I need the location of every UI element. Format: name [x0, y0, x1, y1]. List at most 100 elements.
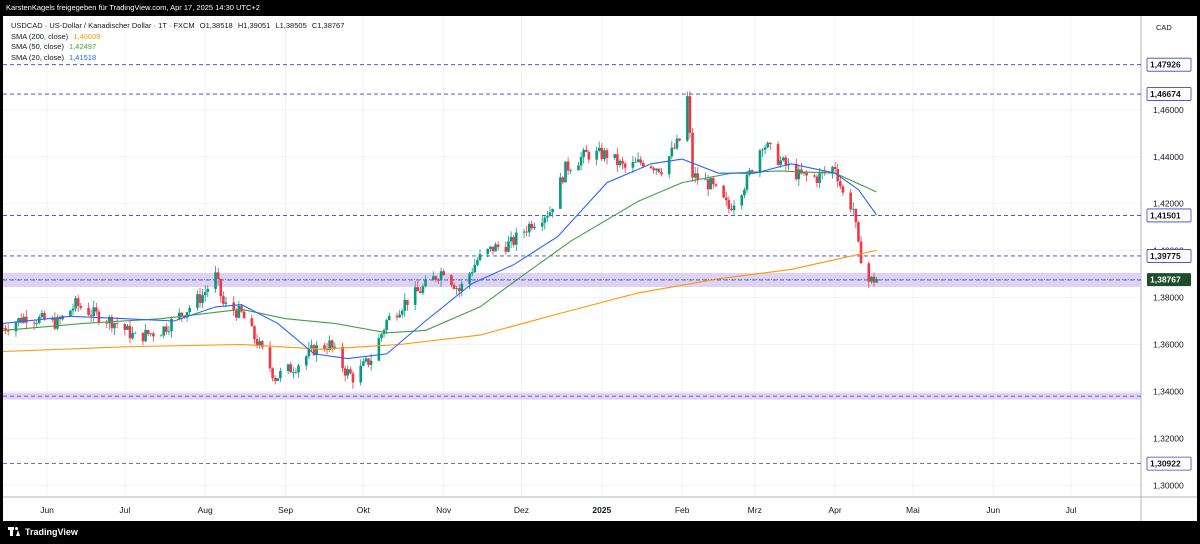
candle-body — [724, 197, 728, 201]
candle-body — [797, 169, 801, 180]
candle-body — [152, 333, 155, 337]
candle-body — [561, 177, 565, 183]
time-tick-label: Jul — [1066, 505, 1077, 515]
candle-body — [815, 176, 819, 183]
legend-sma50-row[interactable]: SMA (50, close) 1,42497 — [11, 42, 344, 53]
candle-body — [349, 369, 352, 374]
price-tick-label: 1,34000 — [1153, 386, 1184, 396]
candle-body — [250, 318, 254, 327]
candle-body — [776, 144, 780, 165]
legend-symbol: USDCAD · US-Dollar / Kanadischer Dollar … — [11, 21, 195, 30]
time-tick-label: Feb — [675, 505, 690, 515]
legend-sma20-row[interactable]: SMA (20, close) 1,41518 — [11, 53, 344, 64]
candle-body — [849, 192, 852, 210]
candle-body — [146, 329, 150, 335]
candle-body — [113, 323, 116, 329]
candle-body — [654, 168, 658, 171]
legend-sma20-label: SMA (20, close) — [11, 52, 64, 62]
candle-body — [232, 302, 236, 311]
candle-body — [595, 150, 598, 160]
legend-sma20-value: 1,41518 — [69, 52, 97, 62]
candle-body — [494, 244, 497, 252]
candle-body — [400, 310, 404, 315]
candle-body — [634, 161, 637, 163]
candle-body — [709, 178, 712, 190]
chart-area[interactable]: 1,30000 1,32000 1,34000 1,36000 1,38000 1,400… — [1, 16, 1197, 521]
candle-body — [784, 157, 788, 166]
candle-body — [276, 378, 280, 381]
candle-body — [165, 326, 168, 332]
price-tick-label: 1,32000 — [1153, 433, 1184, 443]
sma200-line — [2, 249, 877, 353]
candle-body — [214, 272, 217, 289]
candle-body — [688, 96, 692, 133]
legend-symbol-row[interactable]: USDCAD · US-Dollar / Kanadischer Dollar … — [11, 21, 344, 32]
candle-body — [722, 185, 725, 198]
legend-sma50-label: SMA (50, close) — [11, 42, 64, 51]
price-chart[interactable]: 1,30000 1,32000 1,34000 1,36000 1,38000 1,400… — [1, 16, 1197, 521]
candle-body — [403, 299, 407, 311]
candle-body — [641, 162, 645, 167]
candle-body — [727, 200, 731, 209]
candle-body — [69, 310, 72, 316]
time-tick-label: Aug — [198, 505, 213, 515]
candle-body — [813, 175, 816, 177]
candle-body — [468, 273, 471, 284]
candle-body — [294, 372, 298, 374]
candle-body — [763, 147, 767, 150]
candle-body — [696, 173, 700, 180]
candle-body — [367, 358, 370, 365]
candle-body — [224, 302, 228, 304]
candle-body — [442, 271, 445, 276]
candle-body — [686, 96, 689, 141]
candle-body — [732, 205, 736, 211]
time-tick-label: Jun — [986, 505, 1000, 515]
current-price-label: 1,38767 — [1150, 275, 1181, 285]
time-tick-label: Sep — [278, 505, 293, 515]
candle-body — [504, 246, 508, 252]
candle-body — [621, 160, 624, 164]
candle-body — [600, 147, 604, 160]
candle-body — [351, 373, 355, 383]
candle-body — [398, 314, 401, 318]
candle-body — [766, 142, 770, 148]
candle-body — [530, 223, 534, 229]
candle-body — [670, 147, 674, 157]
candle-body — [419, 291, 422, 293]
candle-body — [489, 246, 492, 249]
time-tick-label: Nov — [436, 505, 452, 515]
candle-body — [691, 132, 694, 178]
attribution-text: KarstenKagels freigegeben für TradingVie… — [6, 3, 260, 12]
legend-sma200-row[interactable]: SMA (200, close) 1,40009 — [11, 32, 344, 43]
time-tick-label: Mai — [906, 505, 920, 515]
candle-body — [95, 307, 98, 312]
candle-body — [841, 186, 845, 193]
tradingview-logo[interactable]: TradingView — [8, 526, 78, 539]
candle-body — [597, 147, 601, 151]
chart-legend: USDCAD · US-Dollar / Kanadischer Dollar … — [11, 21, 344, 63]
tradingview-logo-icon — [8, 527, 21, 536]
candle-body — [87, 307, 90, 316]
legend-low-value: 1,38505 — [279, 21, 307, 30]
price-tick-label: 1,42000 — [1153, 199, 1184, 209]
candle-body — [577, 165, 580, 171]
candle-body — [761, 149, 764, 151]
candle-body — [584, 149, 588, 153]
candle-body — [74, 298, 77, 309]
candle-body — [333, 346, 337, 348]
candle-body — [439, 271, 443, 281]
candle-body — [769, 142, 772, 145]
candle-body — [693, 173, 697, 178]
candle-body — [167, 331, 171, 332]
candle-body — [141, 332, 145, 342]
candle-body — [133, 332, 137, 334]
candle-body — [416, 287, 420, 292]
candle-body — [1, 328, 5, 329]
candle-body — [452, 284, 456, 289]
candle-body — [673, 147, 676, 149]
candle-body — [58, 317, 62, 320]
candle-body — [857, 222, 860, 242]
candle-body — [745, 174, 749, 190]
candle-body — [203, 292, 207, 296]
candle-body — [359, 365, 363, 383]
